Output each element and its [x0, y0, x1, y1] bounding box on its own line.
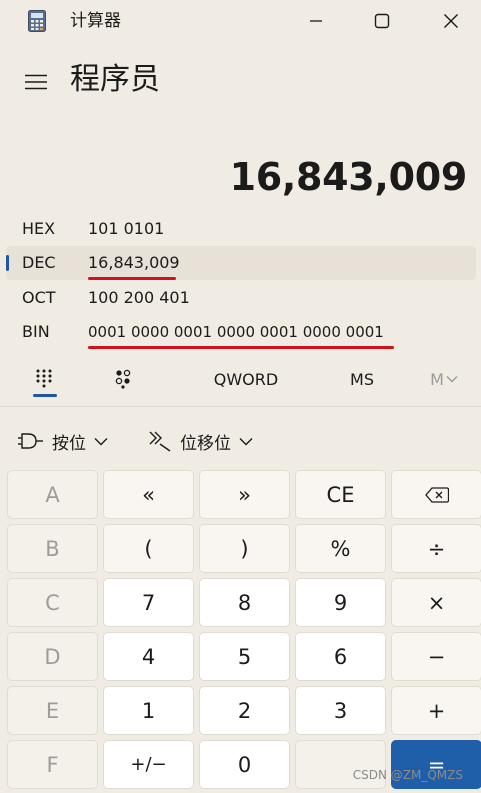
radix-label: BIN — [22, 322, 50, 341]
bitshift-dropdown[interactable]: 位移位 — [148, 424, 253, 458]
mode-title: 程序员 — [70, 62, 160, 97]
bitshift-label: 位移位 — [180, 433, 231, 454]
memory-store-button[interactable]: MS — [336, 360, 388, 398]
key-e[interactable]: E — [7, 686, 98, 735]
window-title: 计算器 — [70, 11, 121, 31]
radix-value: 101 0101 — [88, 219, 165, 238]
radix-row-dec[interactable]: DEC 16,843,009 — [6, 246, 476, 280]
annotation-underline-bin — [88, 346, 394, 349]
bit-toggle-keypad-button[interactable] — [102, 360, 146, 398]
logic-gate-icon — [18, 433, 43, 449]
key-2[interactable]: 2 — [199, 686, 290, 735]
radix-value: 0001 0000 0001 0000 0001 0000 0001 — [88, 323, 384, 341]
divider — [0, 406, 481, 407]
annotation-underline-dec — [88, 277, 176, 280]
key-subtract[interactable]: − — [391, 632, 481, 681]
key-4[interactable]: 4 — [103, 632, 194, 681]
chevron-down-icon — [94, 437, 108, 445]
key-3[interactable]: 3 — [295, 686, 386, 735]
bitwise-dropdown[interactable]: 按位 — [18, 424, 108, 458]
key-7[interactable]: 7 — [103, 578, 194, 627]
minimize-button[interactable] — [293, 4, 339, 38]
title-bar: 计算器 — [0, 0, 481, 42]
watermark: CSDN @ZM_QMZS — [352, 768, 463, 782]
radix-row-oct[interactable]: OCT 100 200 401 — [6, 281, 476, 315]
radix-value: 100 200 401 — [88, 288, 190, 307]
hamburger-menu-icon — [25, 74, 47, 90]
key-divide[interactable]: ÷ — [391, 524, 481, 573]
key-0[interactable]: 0 — [199, 740, 290, 789]
radix-label: HEX — [22, 219, 56, 238]
bitwise-label: 按位 — [52, 433, 86, 454]
key-8[interactable]: 8 — [199, 578, 290, 627]
key-1[interactable]: 1 — [103, 686, 194, 735]
close-button[interactable] — [428, 4, 474, 38]
radix-row-bin[interactable]: BIN 0001 0000 0001 0000 0001 0000 0001 — [6, 315, 476, 349]
key-open-paren[interactable]: ( — [103, 524, 194, 573]
radix-label: DEC — [22, 253, 56, 272]
bit-shift-icon — [149, 431, 171, 452]
selection-indicator — [6, 255, 9, 271]
full-keypad-icon — [36, 369, 52, 388]
key-close-paren[interactable]: ) — [199, 524, 290, 573]
key-b[interactable]: B — [7, 524, 98, 573]
full-keypad-button[interactable] — [22, 360, 66, 398]
active-tab-indicator — [33, 394, 57, 397]
key-5[interactable]: 5 — [199, 632, 290, 681]
word-size-button[interactable]: QWORD — [202, 360, 290, 398]
close-icon — [444, 14, 458, 28]
calculator-icon — [28, 10, 46, 32]
key-add[interactable]: + — [391, 686, 481, 735]
memory-list-button[interactable]: M — [418, 360, 470, 398]
radix-value: 16,843,009 — [88, 253, 180, 272]
maximize-button[interactable] — [359, 4, 405, 38]
radix-label: OCT — [22, 288, 56, 307]
key-9[interactable]: 9 — [295, 578, 386, 627]
result-display: 16,843,009 — [229, 155, 468, 199]
key-right-shift[interactable]: » — [199, 470, 290, 519]
maximize-icon — [374, 13, 390, 29]
key-backspace[interactable] — [391, 470, 481, 519]
memory-list-label: M — [430, 369, 444, 389]
key-left-shift[interactable]: « — [103, 470, 194, 519]
navigation-menu-button[interactable] — [18, 66, 54, 98]
key-percent[interactable]: % — [295, 524, 386, 573]
key-d[interactable]: D — [7, 632, 98, 681]
key-6[interactable]: 6 — [295, 632, 386, 681]
key-clear-entry[interactable]: CE — [295, 470, 386, 519]
key-multiply[interactable]: × — [391, 578, 481, 627]
minimize-icon — [310, 20, 322, 22]
radix-row-hex[interactable]: HEX 101 0101 — [6, 212, 476, 246]
key-f[interactable]: F — [7, 740, 98, 789]
key-a[interactable]: A — [7, 470, 98, 519]
chevron-down-icon — [446, 376, 458, 383]
chevron-down-icon — [239, 437, 253, 445]
backspace-icon — [424, 486, 449, 503]
key-c[interactable]: C — [7, 578, 98, 627]
bit-toggle-keypad-icon — [115, 369, 131, 389]
key-negate[interactable]: +/− — [103, 740, 194, 789]
